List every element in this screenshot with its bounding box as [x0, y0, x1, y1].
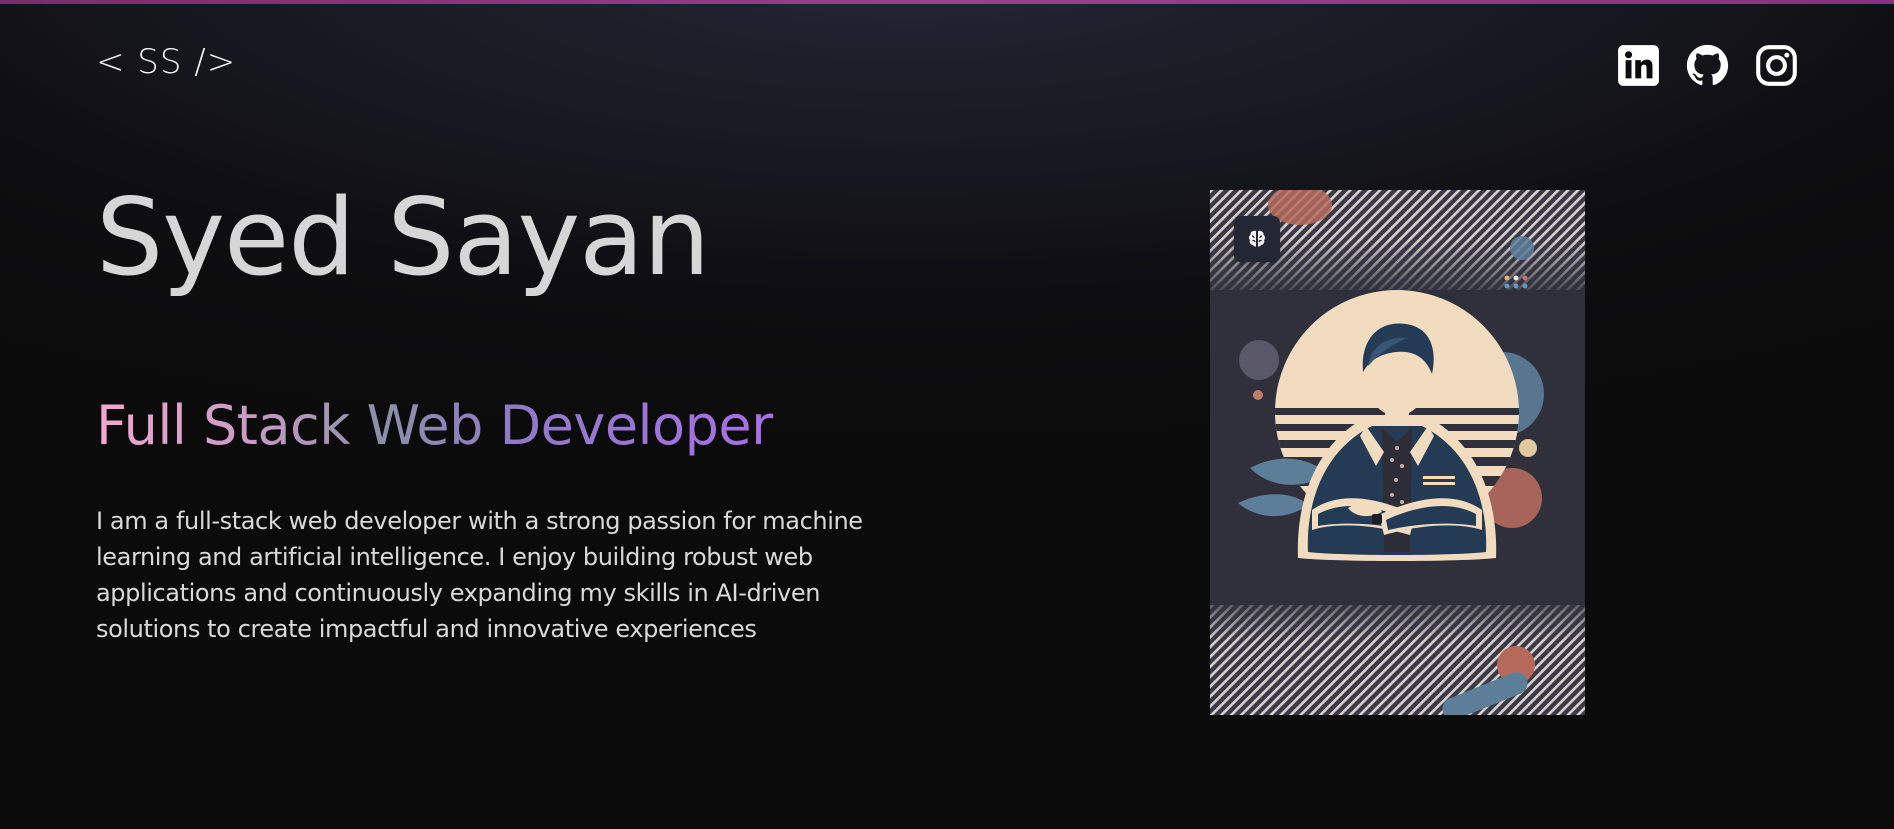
linkedin-link[interactable] [1617, 44, 1660, 87]
hero-bio: I am a full-stack web developer with a s… [96, 507, 863, 643]
photo-badge [1234, 216, 1280, 262]
hero-role: Full Stack Web Developer [96, 394, 773, 457]
site-logo[interactable]: < SS /> [96, 42, 236, 82]
linkedin-icon [1618, 45, 1659, 86]
hero-name: Syed Sayan [96, 176, 710, 299]
github-link[interactable] [1686, 44, 1729, 87]
profile-illustration [1210, 190, 1585, 715]
accent-top-bar [0, 0, 1894, 4]
instagram-icon [1756, 45, 1797, 86]
instagram-link[interactable] [1755, 44, 1798, 87]
developer-illustration [1210, 190, 1585, 715]
social-links [1617, 44, 1798, 87]
github-icon [1686, 44, 1729, 86]
brain-icon [1248, 230, 1266, 247]
